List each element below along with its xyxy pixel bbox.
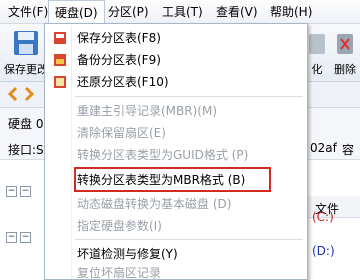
back-arrow-icon[interactable] <box>6 86 20 102</box>
menu-item-backup-partition-table[interactable]: 备份分区表(F9) <box>45 49 307 71</box>
menu-item-label: 清除保留扇区(E) <box>77 126 166 140</box>
restore-table-icon <box>54 76 66 88</box>
menu-help[interactable]: 帮助(H) <box>264 0 318 24</box>
menu-item-label: 备份分区表(F9) <box>77 53 161 67</box>
tree-expander-3[interactable]: − <box>6 232 17 243</box>
delete-label: 删除 <box>334 63 356 76</box>
menu-item-label: 指定硬盘参数(I) <box>77 219 162 233</box>
menu-item-specify-disk-params[interactable]: 指定硬盘参数(I) <box>45 215 307 237</box>
menu-item-clear-reserved-sectors[interactable]: 清除保留扇区(E) <box>45 122 307 144</box>
drive-c-label[interactable]: (C:) <box>312 210 334 224</box>
menu-item-label: 复位坏扇区记录 <box>77 266 162 280</box>
tree-expander-4[interactable]: − <box>20 232 31 243</box>
disk-label: 硬盘 0 <box>8 117 44 131</box>
format-icon <box>309 34 325 54</box>
format-button[interactable]: 化 <box>306 28 328 77</box>
menu-bar: 文件(F) 硬盘(D) 分区(P) 工具(T) 查看(V) 帮助(H) <box>0 0 360 24</box>
capacity-fragment: 容 <box>342 143 355 157</box>
menu-item-dynamic-to-basic[interactable]: 动态磁盘转换为基本磁盘 (D) <box>45 193 307 215</box>
interface-label: 接口:S <box>8 143 44 157</box>
menu-separator <box>75 96 303 97</box>
menu-item-rebuild-mbr[interactable]: 重建主引导记录(MBR)(M) <box>45 100 307 122</box>
delete-icon <box>337 34 353 54</box>
menu-partition[interactable]: 分区(P) <box>102 0 155 24</box>
forward-arrow-icon[interactable] <box>22 86 36 102</box>
serial-fragment: 02af <box>310 141 337 155</box>
drive-d-label[interactable]: (D:) <box>312 244 335 258</box>
menu-item-reset-bad-sectors[interactable]: 复位坏扇区记录 <box>45 262 307 280</box>
tree-expander-1[interactable]: − <box>6 186 17 197</box>
disk-menu-dropdown: 保存分区表(F8) 备份分区表(F9) 还原分区表(F10) 重建主引导记录(M… <box>44 23 308 280</box>
menu-disk[interactable]: 硬盘(D) <box>48 0 105 24</box>
menu-separator <box>75 239 303 240</box>
menu-view[interactable]: 查看(V) <box>210 0 264 24</box>
backup-table-icon <box>54 54 66 66</box>
menu-item-label: 坏道检测与修复(Y) <box>77 247 178 261</box>
menu-item-label: 转换分区表类型为GUID格式 (P) <box>77 148 249 162</box>
save-changes-label: 保存更改 <box>4 63 48 76</box>
menu-item-label: 还原分区表(F10) <box>77 75 169 89</box>
save-changes-button[interactable]: 保存更改 <box>4 28 48 77</box>
save-changes-icon <box>14 31 38 55</box>
tree-expander-2[interactable]: − <box>20 186 31 197</box>
highlight-box <box>74 167 271 192</box>
menu-item-save-partition-table[interactable]: 保存分区表(F8) <box>45 27 307 49</box>
menu-tools[interactable]: 工具(T) <box>156 0 209 24</box>
save-table-icon <box>54 32 66 44</box>
menu-item-restore-partition-table[interactable]: 还原分区表(F10) <box>45 71 307 93</box>
menu-file[interactable]: 文件(F) <box>2 0 54 24</box>
menu-item-label: 动态磁盘转换为基本磁盘 (D) <box>77 197 232 211</box>
menu-item-label: 保存分区表(F8) <box>77 31 161 45</box>
menu-item-label: 重建主引导记录(MBR)(M) <box>77 104 218 118</box>
delete-button[interactable]: 删除 <box>330 28 360 77</box>
format-label: 化 <box>311 63 323 76</box>
menu-item-convert-to-guid[interactable]: 转换分区表类型为GUID格式 (P) <box>45 144 307 166</box>
